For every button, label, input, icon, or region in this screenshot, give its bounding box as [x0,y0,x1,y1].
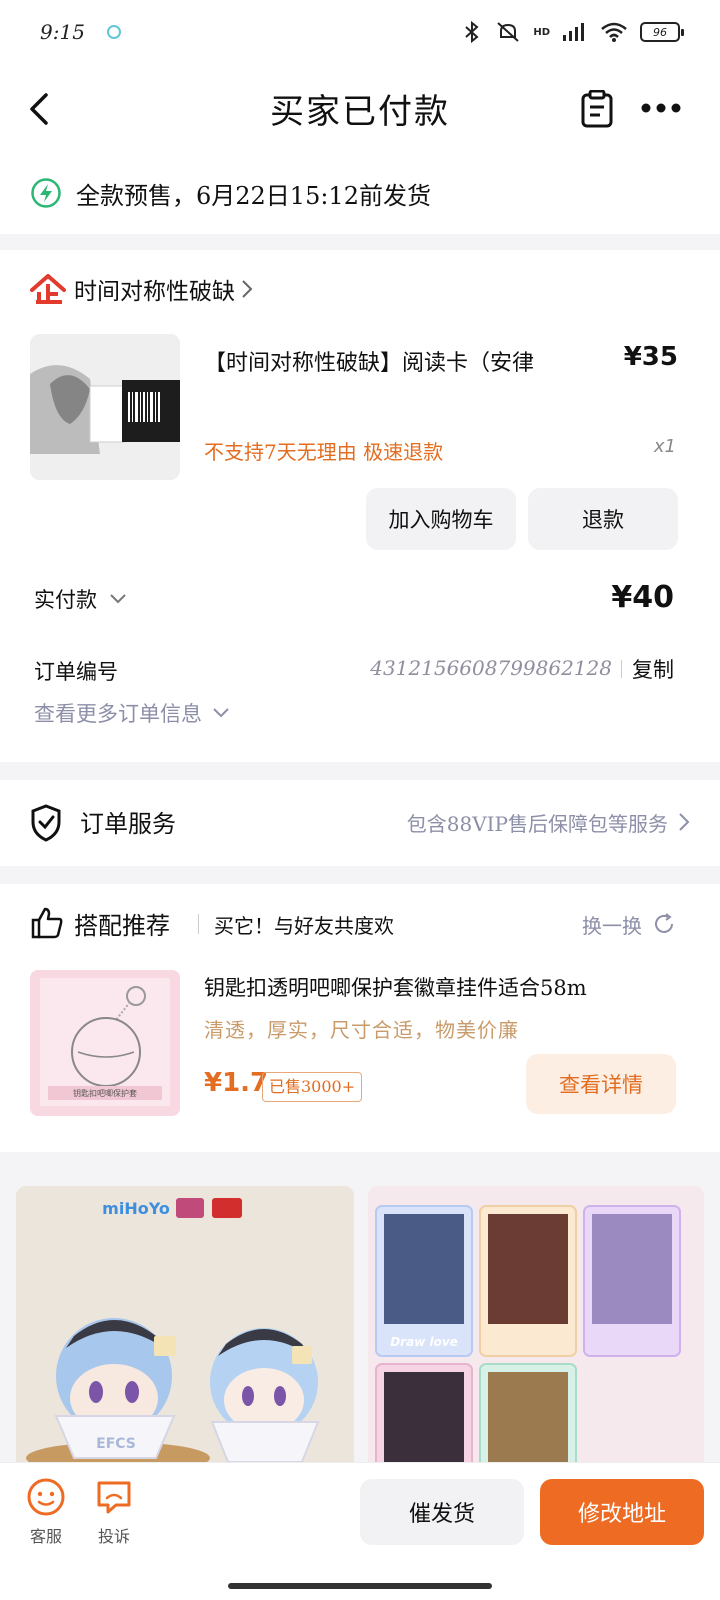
order-service-desc: 包含88VIP售后保障包等服务 [406,812,668,836]
shield-check-icon [31,804,61,842]
keychain-image-text: 钥匙扣吧唧保护套 [73,1088,137,1098]
lightning-icon [31,178,61,208]
more-order-info-label: 查看更多订单信息 [34,702,202,726]
recommend-subtitle: 买它！与好友共度欢 [214,914,394,938]
thumbs-up-icon [31,907,63,939]
figure-bowl-text: EFCS [96,1436,136,1452]
reading-card-art [30,334,180,480]
complaint-label: 投诉 [97,1527,130,1546]
figure-product-art: miHoYo EFCS [16,1186,354,1486]
shipping-text: 全款预售，6月22日15:12前发货 [76,181,431,210]
customer-service-label: 客服 [29,1527,62,1546]
product-title[interactable]: 【时间对称性破缺】阅读卡（安律 [204,342,594,386]
shipping-notice: 全款预售，6月22日15:12前发货 [0,152,720,234]
battery-level: 96 [653,25,667,39]
app-notification-icon [106,25,121,39]
product-image[interactable] [30,334,180,480]
keychain-art: 钥匙扣吧唧保护套 [30,970,180,1116]
brand-logo-text: miHoYo [102,1199,170,1218]
shop-link[interactable]: 时间对称性破缺 [30,272,253,306]
more-dots-icon[interactable] [640,102,682,114]
chevron-down-icon [110,594,126,604]
nav-bar: 买家已付款 [0,64,720,152]
divider [621,660,622,678]
chevron-down-icon [213,708,229,718]
recommend-title: 搭配推荐 [74,912,170,940]
order-service-label: 订单服务 [80,810,176,838]
recommend-item-price: ¥1.7 [204,1068,269,1098]
urge-shipment-button[interactable]: 催发货 [360,1479,524,1545]
more-order-info-link[interactable]: 查看更多订单信息 [34,698,230,728]
card-logo-text: Draw love [390,1335,458,1349]
complaint-icon [97,1481,131,1514]
cards-product-art: Draw love [368,1186,704,1486]
mute-bell-icon [497,22,519,42]
recommend-item-desc: 清透，厚实，尺寸合适，物美价廉 [204,1018,519,1042]
divider [198,914,199,934]
recommend-item-sold-badge: 已售3000+ [262,1072,363,1102]
change-address-button[interactable]: 修改地址 [540,1479,704,1545]
product-price: ¥35 [623,342,678,372]
refund-button[interactable]: 退款 [528,488,678,550]
order-number: 4312156608799862128 [370,656,612,680]
shop-logo-icon [30,274,66,304]
copy-button[interactable]: 复制 [632,654,674,684]
recommend-item-image[interactable]: 钥匙扣吧唧保护套 [30,970,180,1116]
customer-service-button[interactable]: 客服 [16,1477,76,1547]
complaint-button[interactable]: 投诉 [84,1477,144,1547]
shop-name: 时间对称性破缺 [74,279,235,305]
feed-item-cards[interactable]: Draw love [368,1186,704,1486]
view-details-button[interactable]: 查看详情 [526,1054,676,1114]
add-to-cart-button[interactable]: 加入购物车 [366,488,516,550]
bottom-action-bar: 客服 投诉 催发货 修改地址 [0,1462,720,1600]
paid-label: 实付款 [34,588,97,612]
home-indicator[interactable] [228,1583,492,1589]
switch-button[interactable]: 换一换 [582,910,642,939]
feed-item-figure[interactable]: miHoYo EFCS [16,1186,354,1486]
recommend-item-name[interactable]: 钥匙扣透明吧唧保护套徽章挂件适合58m [204,972,674,1002]
order-card: 时间对称性破缺 【时间对称性破缺】阅读卡（安律 ¥35 不支持7天无理由 极速退… [0,250,720,762]
paid-amount: ¥40 [611,580,674,615]
hd-indicator: HD [533,26,550,38]
status-icons: HD 96 [461,20,684,44]
chevron-right-icon [242,280,253,298]
product-quantity: x1 [653,436,676,457]
recommend-card: 搭配推荐 买它！与好友共度欢 换一换 钥匙扣吧唧保护套 钥匙扣透明吧唧保护套徽章… [0,884,720,1152]
customer-service-icon [27,1478,65,1516]
product-tags: 不支持7天无理由 极速退款 [204,440,444,464]
status-time: 9:15 [40,20,85,44]
status-bar: 9:15 HD 96 [0,0,720,64]
clipboard-icon[interactable] [580,90,614,128]
wifi-icon [601,22,627,42]
order-service-row[interactable]: 订单服务 包含88VIP售后保障包等服务 [0,780,720,866]
order-number-label: 订单编号 [34,660,118,684]
refresh-icon[interactable] [652,912,676,936]
paid-row[interactable]: 实付款 [34,584,127,614]
battery-icon: 96 [640,22,684,42]
bluetooth-icon [465,20,479,44]
chevron-right-icon [679,813,690,831]
signal-icon [563,23,584,41]
